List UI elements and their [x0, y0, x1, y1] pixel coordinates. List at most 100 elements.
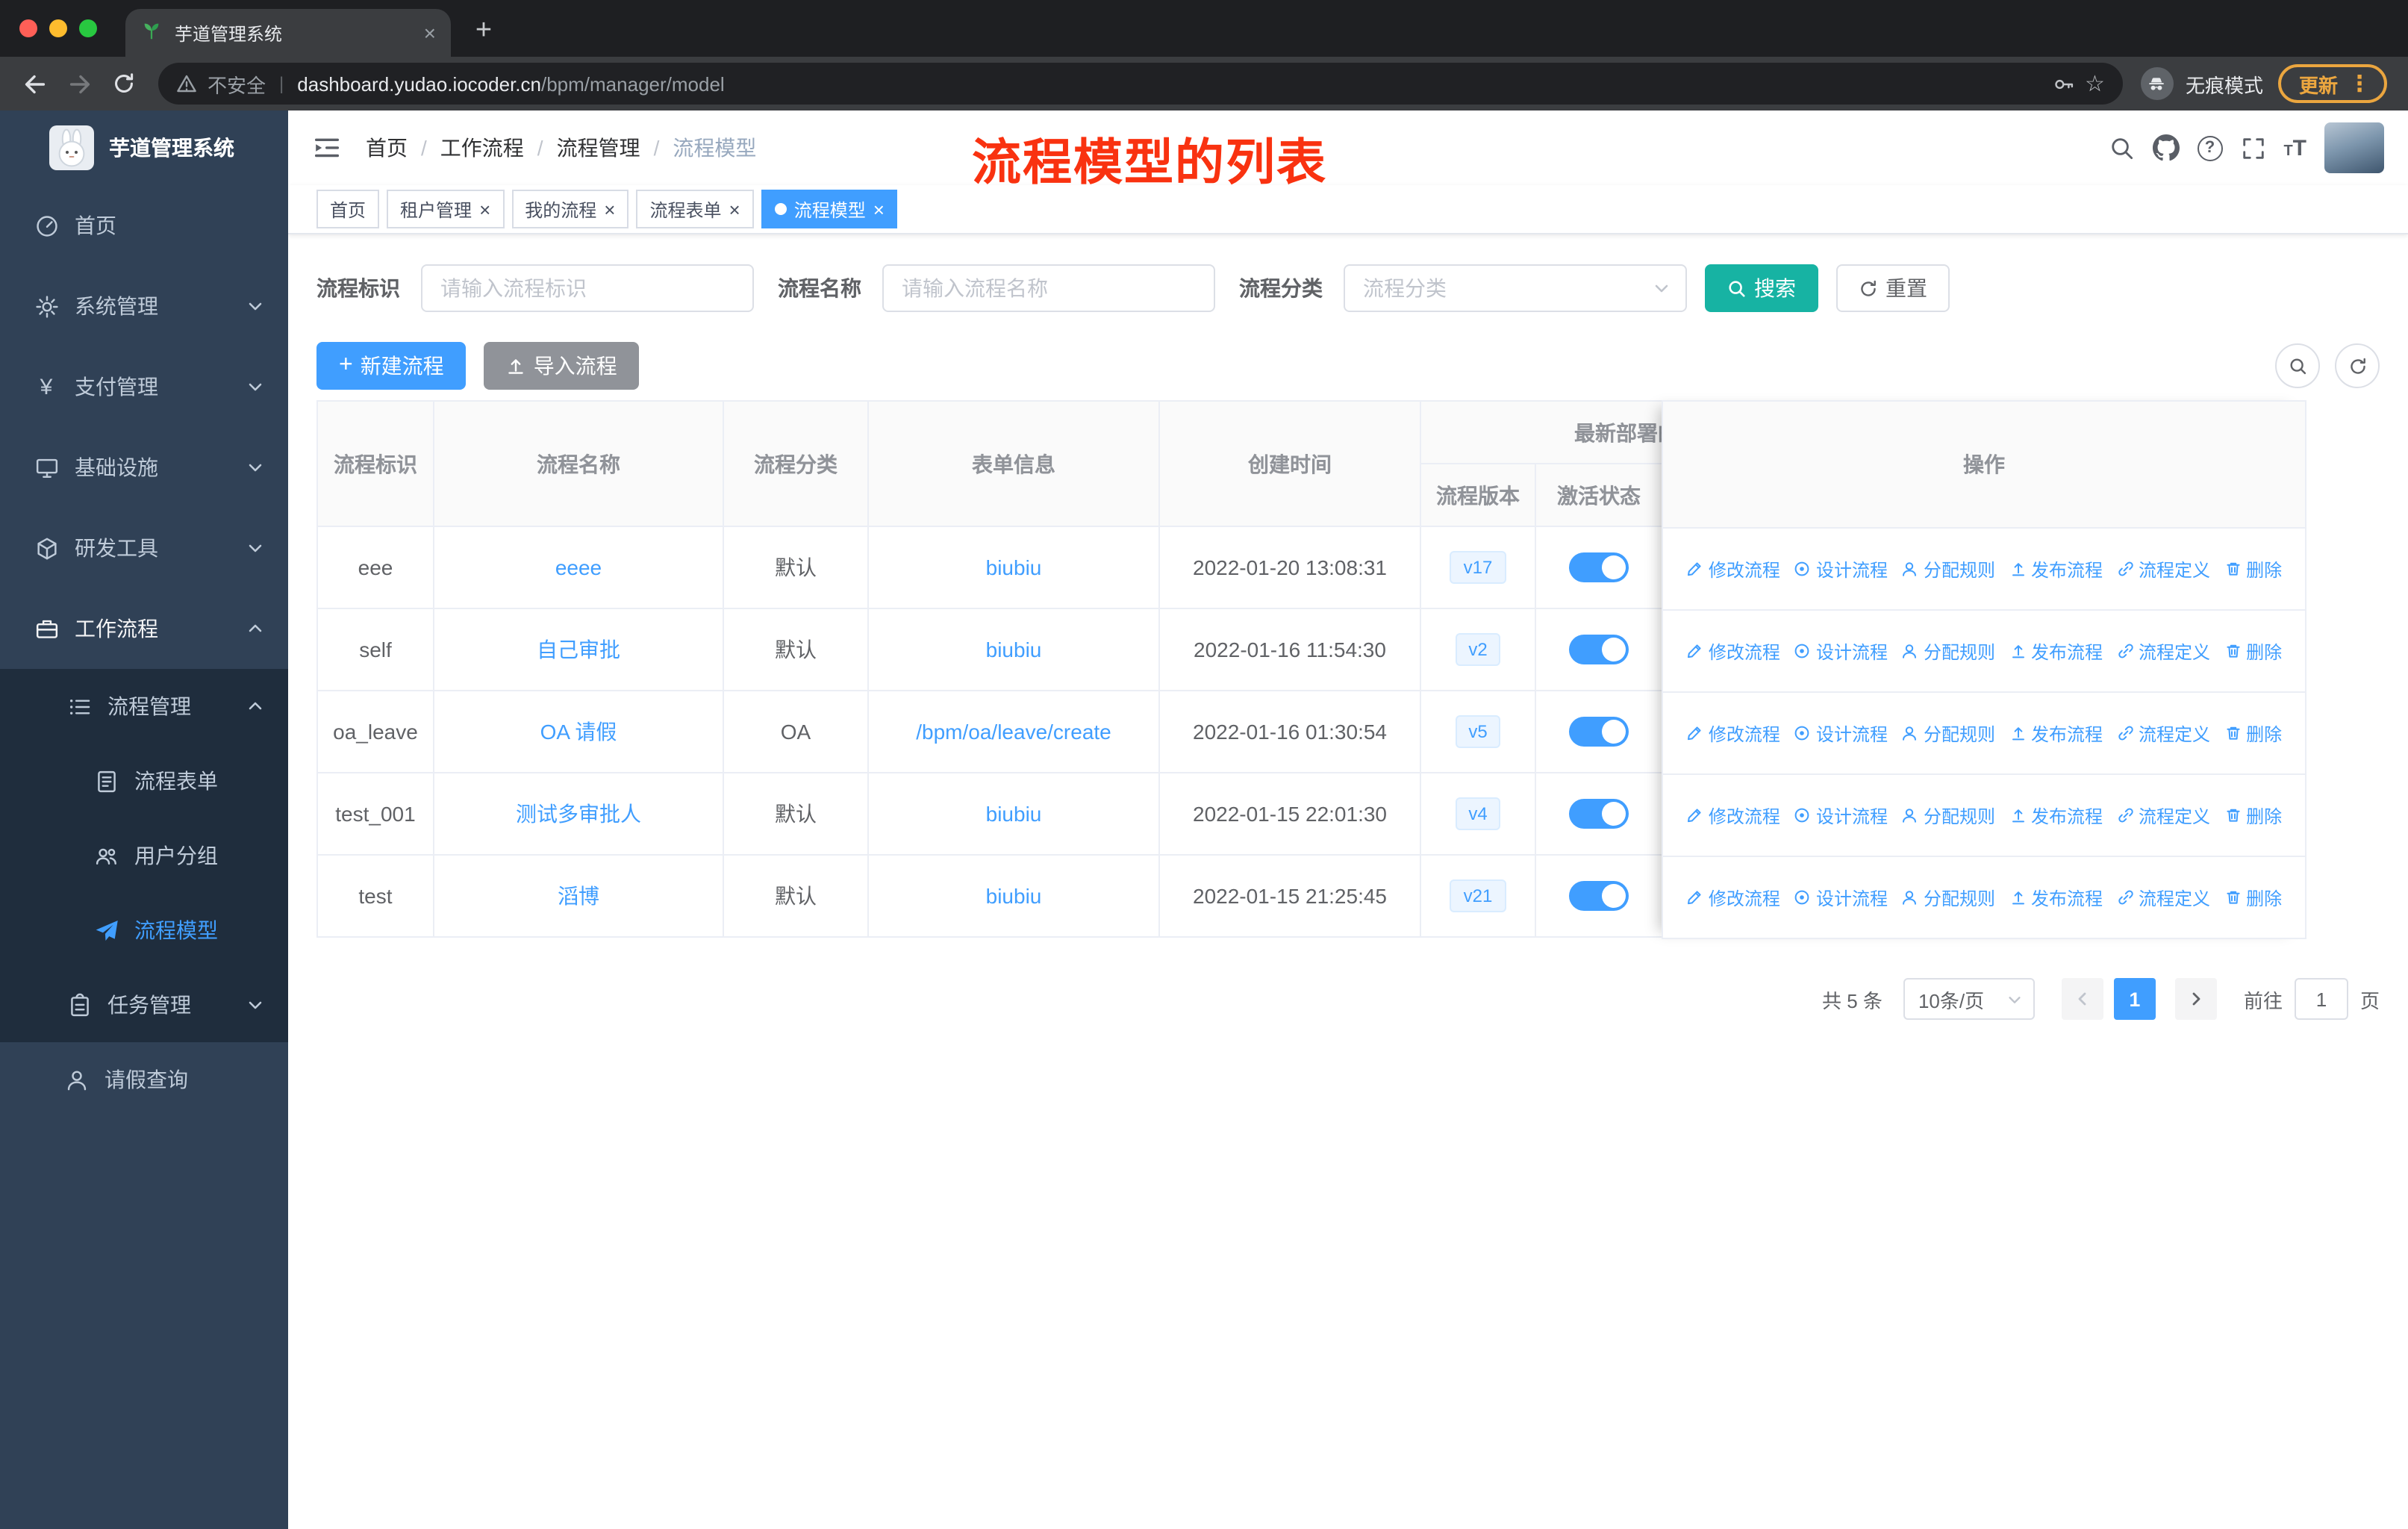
form-link[interactable]: biubiu	[986, 555, 1042, 579]
macos-close-button[interactable]	[19, 19, 37, 37]
process-name-link[interactable]: 滔博	[558, 884, 599, 908]
search-button[interactable]: 搜索	[1705, 264, 1818, 312]
security-warning-icon[interactable]	[176, 73, 197, 94]
process-name-link[interactable]: 测试多审批人	[516, 802, 641, 826]
tag-2[interactable]: 我的流程 ×	[511, 190, 629, 228]
design-process-link[interactable]: 设计流程	[1794, 556, 1888, 582]
assign-rule-link[interactable]: 分配规则	[1901, 556, 1995, 582]
macos-minimize-button[interactable]	[49, 19, 67, 37]
next-page-button[interactable]	[2174, 978, 2217, 1020]
sidebar-item-task-management[interactable]: 任务管理	[0, 968, 288, 1042]
sidebar-item-home[interactable]: 首页	[0, 185, 288, 266]
breadcrumb-item-1[interactable]: 工作流程	[440, 133, 524, 163]
update-button[interactable]: 更新 ⋮	[2277, 64, 2387, 103]
forward-button[interactable]	[57, 61, 102, 106]
modify-process-link[interactable]: 修改流程	[1686, 638, 1780, 664]
design-process-link[interactable]: 设计流程	[1794, 720, 1888, 746]
modify-process-link[interactable]: 修改流程	[1686, 803, 1780, 828]
tag-close-icon[interactable]: ×	[729, 199, 740, 219]
design-process-link[interactable]: 设计流程	[1794, 638, 1888, 664]
delete-link[interactable]: 删除	[2224, 803, 2282, 828]
font-size-icon[interactable]: TT	[2283, 135, 2306, 161]
sidebar-item-devtools[interactable]: 研发工具	[0, 508, 288, 588]
tag-close-icon[interactable]: ×	[873, 199, 885, 219]
sidebar-item-process-model[interactable]: 流程模型	[0, 893, 288, 968]
sidebar-collapse-icon[interactable]	[312, 133, 342, 163]
sidebar-item-process-form[interactable]: 流程表单	[0, 744, 288, 818]
category-select[interactable]: 流程分类	[1344, 264, 1687, 312]
active-toggle[interactable]	[1569, 881, 1629, 911]
publish-process-link[interactable]: 发布流程	[2009, 556, 2103, 582]
design-process-link[interactable]: 设计流程	[1794, 803, 1888, 828]
help-icon[interactable]: ?	[2197, 135, 2223, 161]
sidebar-item-process-management[interactable]: 流程管理	[0, 669, 288, 744]
reload-button[interactable]	[102, 61, 146, 106]
process-definition-link[interactable]: 流程定义	[2116, 803, 2210, 828]
tag-0[interactable]: 首页	[316, 190, 380, 228]
active-toggle[interactable]	[1569, 552, 1629, 582]
sidebar-item-infrastructure[interactable]: 基础设施	[0, 427, 288, 508]
publish-process-link[interactable]: 发布流程	[2009, 803, 2103, 828]
page-1-button[interactable]: 1	[2113, 978, 2156, 1020]
security-label[interactable]: 不安全	[208, 69, 266, 98]
tab-close-icon[interactable]: ×	[424, 21, 436, 45]
back-button[interactable]	[12, 61, 57, 106]
process-definition-link[interactable]: 流程定义	[2116, 638, 2210, 664]
sidebar-item-system[interactable]: 系统管理	[0, 266, 288, 346]
delete-link[interactable]: 删除	[2224, 556, 2282, 582]
breadcrumb-item-0[interactable]: 首页	[366, 133, 408, 163]
goto-page-input[interactable]	[2294, 978, 2348, 1020]
fullscreen-icon[interactable]	[2240, 135, 2265, 161]
assign-rule-link[interactable]: 分配规则	[1901, 720, 1995, 746]
delete-link[interactable]: 删除	[2224, 885, 2282, 910]
publish-process-link[interactable]: 发布流程	[2009, 720, 2103, 746]
search-icon[interactable]	[2109, 135, 2134, 161]
form-link[interactable]: biubiu	[986, 638, 1042, 661]
tag-3[interactable]: 流程表单 ×	[636, 190, 754, 228]
user-avatar[interactable]	[2324, 122, 2384, 173]
toggle-search-button[interactable]	[2275, 343, 2320, 388]
modify-process-link[interactable]: 修改流程	[1686, 885, 1780, 910]
publish-process-link[interactable]: 发布流程	[2009, 885, 2103, 910]
process-definition-link[interactable]: 流程定义	[2116, 885, 2210, 910]
tag-4[interactable]: 流程模型 ×	[761, 190, 898, 228]
modify-process-link[interactable]: 修改流程	[1686, 720, 1780, 746]
tag-close-icon[interactable]: ×	[479, 199, 490, 219]
reset-button[interactable]: 重置	[1836, 264, 1950, 312]
process-definition-link[interactable]: 流程定义	[2116, 556, 2210, 582]
active-toggle[interactable]	[1569, 799, 1629, 829]
process-name-link[interactable]: eeee	[555, 555, 602, 579]
browser-menu-icon[interactable]: ⋮	[2348, 70, 2371, 97]
sidebar-item-workflow[interactable]: 工作流程	[0, 588, 288, 669]
process-name-link[interactable]: OA 请假	[540, 720, 617, 744]
sidebar-item-leave-query[interactable]: 请假查询	[0, 1042, 288, 1117]
design-process-link[interactable]: 设计流程	[1794, 885, 1888, 910]
assign-rule-link[interactable]: 分配规则	[1901, 638, 1995, 664]
refresh-table-button[interactable]	[2335, 343, 2380, 388]
page-size-select[interactable]: 10条/页	[1903, 978, 2035, 1020]
modify-process-link[interactable]: 修改流程	[1686, 556, 1780, 582]
form-link[interactable]: /bpm/oa/leave/create	[916, 720, 1111, 744]
assign-rule-link[interactable]: 分配规则	[1901, 885, 1995, 910]
password-key-icon[interactable]	[2052, 72, 2074, 95]
assign-rule-link[interactable]: 分配规则	[1901, 803, 1995, 828]
new-tab-button[interactable]: +	[463, 10, 505, 52]
publish-process-link[interactable]: 发布流程	[2009, 638, 2103, 664]
browser-tab[interactable]: 芋道管理系统 ×	[125, 9, 451, 57]
process-name-input[interactable]	[882, 264, 1215, 312]
import-process-button[interactable]: 导入流程	[484, 342, 640, 390]
tag-close-icon[interactable]: ×	[604, 199, 615, 219]
delete-link[interactable]: 删除	[2224, 638, 2282, 664]
breadcrumb-item-2[interactable]: 流程管理	[557, 133, 640, 163]
active-toggle[interactable]	[1569, 635, 1629, 664]
process-name-link[interactable]: 自己审批	[537, 638, 620, 661]
tag-1[interactable]: 租户管理 ×	[387, 190, 505, 228]
macos-zoom-button[interactable]	[79, 19, 97, 37]
sidebar-item-payment[interactable]: ¥ 支付管理	[0, 346, 288, 427]
app-logo[interactable]: 芋道管理系统	[0, 110, 288, 185]
active-toggle[interactable]	[1569, 717, 1629, 747]
form-link[interactable]: biubiu	[986, 802, 1042, 826]
create-process-button[interactable]: + 新建流程	[316, 342, 467, 390]
delete-link[interactable]: 删除	[2224, 720, 2282, 746]
form-link[interactable]: biubiu	[986, 884, 1042, 908]
